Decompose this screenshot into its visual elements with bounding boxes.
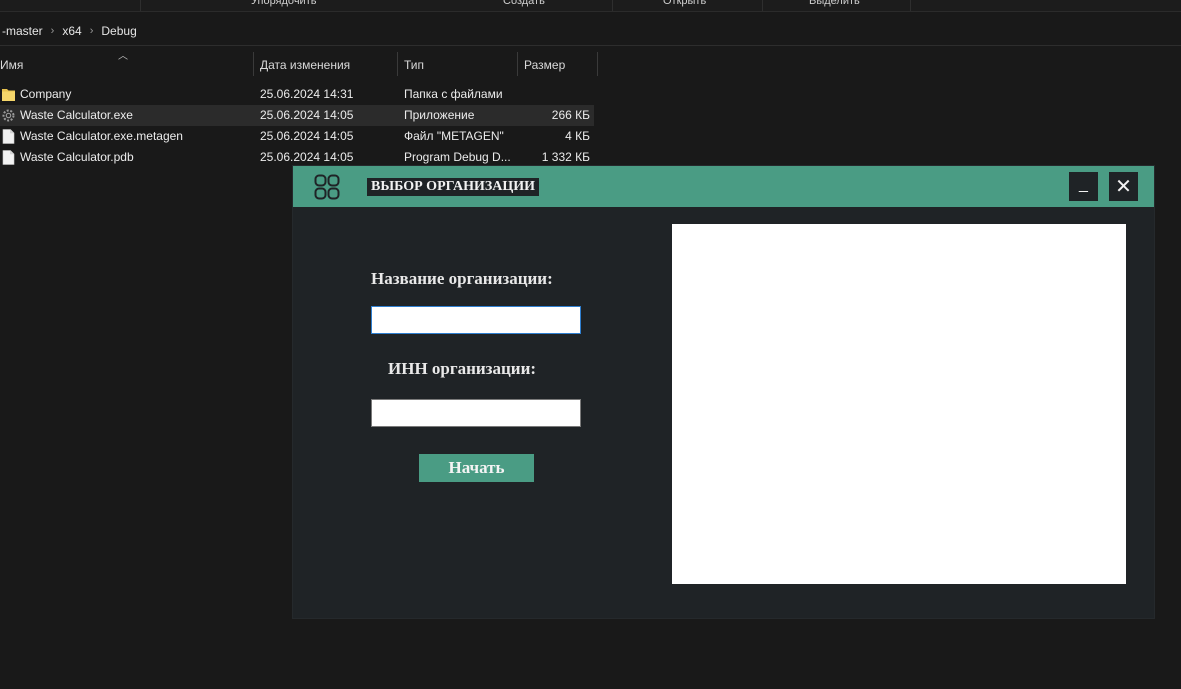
file-size: 4 КБ <box>565 129 590 143</box>
chevron-right-icon: › <box>50 25 55 37</box>
address-bar: -master › x64 › Debug <box>0 12 1181 46</box>
file-name: Waste Calculator.exe <box>20 108 133 122</box>
org-name-label: Название организации: <box>371 269 553 288</box>
column-divider[interactable] <box>597 52 598 76</box>
column-header-type[interactable]: Тип <box>398 46 518 78</box>
breadcrumb-item[interactable]: -master <box>0 24 45 38</box>
dialog-titlebar[interactable]: ВЫБОР ОРГАНИЗАЦИИ _ ✕ <box>293 166 1154 207</box>
file-row-pdb[interactable]: Waste Calculator.pdb 25.06.2024 14:05 Pr… <box>0 147 594 168</box>
column-header-row: Имя Дата изменения Тип Размер <box>0 46 598 78</box>
file-row-waste-calculator-exe[interactable]: Waste Calculator.exe 25.06.2024 14:05 Пр… <box>0 105 594 126</box>
preview-panel <box>672 224 1126 584</box>
gear-app-icon <box>2 109 15 122</box>
column-header-size[interactable]: Размер <box>518 46 598 78</box>
file-name: Waste Calculator.exe.metagen <box>20 129 183 143</box>
inn-label: ИНН организации: <box>388 359 537 378</box>
file-date: 25.06.2024 14:05 <box>260 129 354 143</box>
command-bar: Упорядочить Создать Открыть Выделить <box>0 0 1181 12</box>
breadcrumb-item[interactable]: Debug <box>99 24 138 38</box>
app-grid-icon <box>314 174 340 200</box>
chevron-right-icon: › <box>89 25 94 37</box>
file-icon <box>2 150 15 165</box>
file-type: Файл "METAGEN" <box>404 129 504 143</box>
file-row-metagen[interactable]: Waste Calculator.exe.metagen 25.06.2024 … <box>0 126 594 147</box>
breadcrumb: -master › x64 › Debug <box>0 24 139 38</box>
minimize-button[interactable]: _ <box>1069 172 1098 201</box>
file-type: Папка с файлами <box>404 87 503 101</box>
file-name: Company <box>20 87 72 101</box>
create-command[interactable]: Создать <box>503 0 545 11</box>
file-date: 25.06.2024 14:05 <box>260 108 354 122</box>
file-size: 1 332 КБ <box>541 150 590 164</box>
file-type: Приложение <box>404 108 475 122</box>
column-header-name[interactable]: Имя <box>0 46 248 78</box>
close-button[interactable]: ✕ <box>1109 172 1138 201</box>
command-separator <box>762 0 763 11</box>
file-date: 25.06.2024 14:31 <box>260 87 354 101</box>
file-type: Program Debug D... <box>404 150 511 164</box>
column-header-date[interactable]: Дата изменения <box>254 46 397 78</box>
sort-command[interactable]: Упорядочить <box>251 0 316 11</box>
file-icon <box>2 129 15 144</box>
file-size: 266 КБ <box>551 108 590 122</box>
breadcrumb-item[interactable]: x64 <box>60 24 83 38</box>
org-name-input[interactable] <box>371 306 581 334</box>
command-separator <box>140 0 141 11</box>
select-command[interactable]: Выделить <box>809 0 860 11</box>
dialog-title: ВЫБОР ОРГАНИЗАЦИИ <box>367 178 540 196</box>
file-name: Waste Calculator.pdb <box>20 150 134 164</box>
folder-icon <box>2 89 15 101</box>
file-date: 25.06.2024 14:05 <box>260 150 354 164</box>
organization-dialog: ВЫБОР ОРГАНИЗАЦИИ _ ✕ Название организац… <box>293 166 1154 618</box>
start-button[interactable]: Начать <box>419 454 534 482</box>
command-separator <box>612 0 613 11</box>
open-command[interactable]: Открыть <box>663 0 706 11</box>
command-separator <box>910 0 911 11</box>
inn-input[interactable] <box>371 399 581 427</box>
file-row-company[interactable]: Company 25.06.2024 14:31 Папка с файлами <box>0 84 594 105</box>
